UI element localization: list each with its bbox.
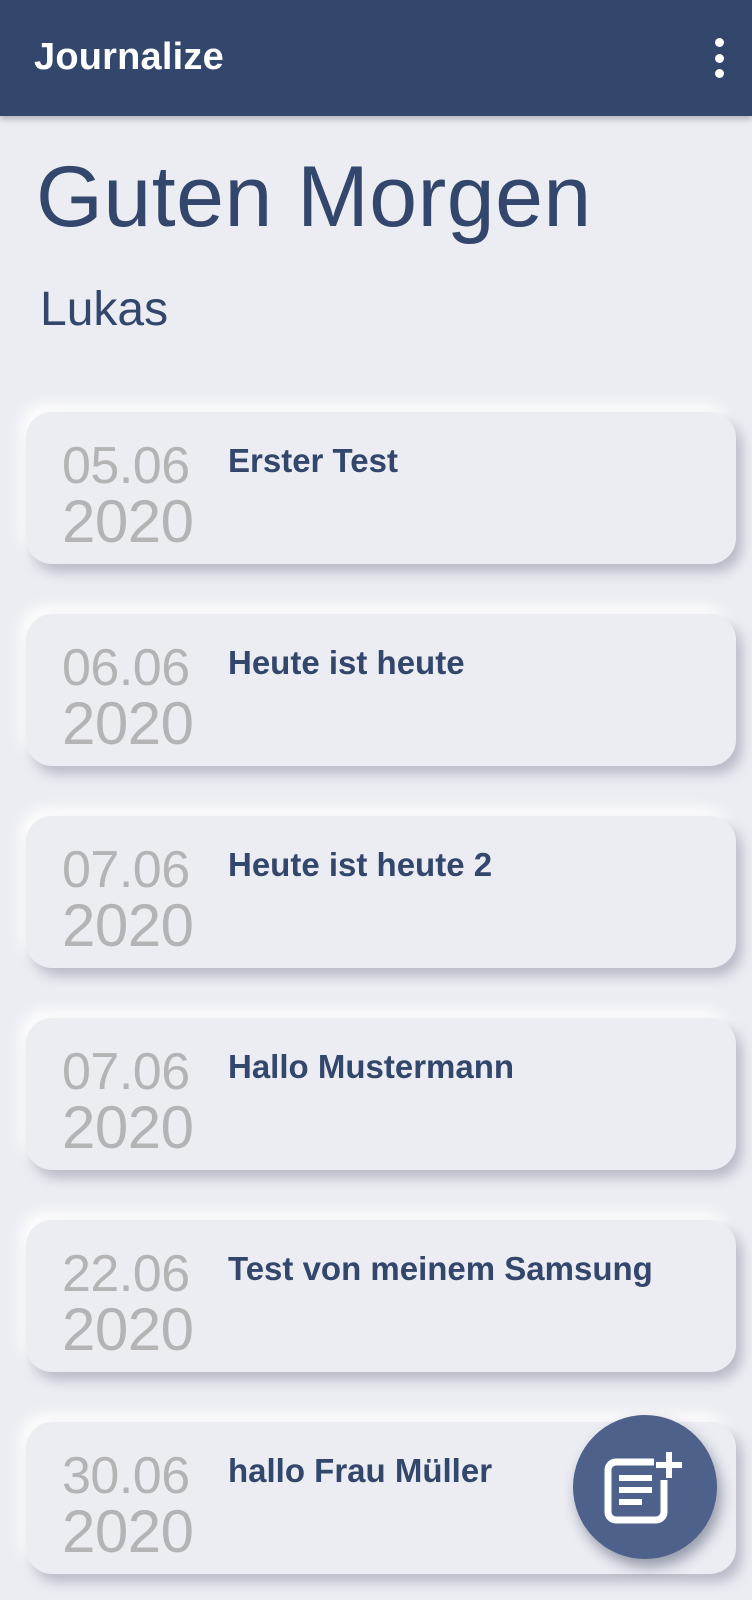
entry-card[interactable]: 06.06 2020 Heute ist heute: [26, 614, 736, 766]
entry-list: 05.06 2020 Erster Test 06.06 2020 Heute …: [0, 0, 752, 1600]
entry-date: 07.06 2020: [62, 1043, 194, 1161]
entry-year: 2020: [62, 892, 194, 959]
entry-day: 05.06: [62, 437, 190, 495]
entry-card[interactable]: 07.06 2020 Heute ist heute 2: [26, 816, 736, 968]
entry-date: 05.06 2020: [62, 437, 194, 555]
entry-date: 07.06 2020: [62, 841, 194, 959]
journal-screen: Journalize Guten Morgen Lukas 05.06 2020…: [0, 0, 752, 1600]
entry-day: 30.06: [62, 1447, 190, 1505]
entry-day: 07.06: [62, 841, 190, 899]
entry-title: Heute ist heute: [228, 644, 465, 681]
entry-title: Heute ist heute 2: [228, 846, 493, 883]
entry-year: 2020: [62, 1094, 194, 1161]
add-entry-button[interactable]: [573, 1415, 717, 1559]
entry-date: 30.06 2020: [62, 1447, 194, 1565]
entry-day: 07.06: [62, 1043, 190, 1101]
entry-year: 2020: [62, 1498, 194, 1565]
entry-date: 22.06 2020: [62, 1245, 194, 1363]
entry-date: 06.06 2020: [62, 639, 194, 757]
more-vert-icon: [714, 38, 724, 47]
entry-day: 22.06: [62, 1245, 190, 1303]
more-options-button[interactable]: [704, 36, 734, 80]
entry-card[interactable]: 22.06 2020 Test von meinem Samsung: [26, 1220, 736, 1372]
entry-card[interactable]: 07.06 2020 Hallo Mustermann: [26, 1018, 736, 1170]
entry-title: Hallo Mustermann: [228, 1048, 515, 1085]
entry-title: Test von meinem Samsung: [228, 1250, 653, 1287]
more-vert-icon-dot: [714, 53, 724, 63]
add-note-icon: [604, 1450, 684, 1524]
entry-title: hallo Frau Müller: [228, 1452, 493, 1489]
entry-year: 2020: [62, 690, 194, 757]
more-vert-icon-dot: [714, 69, 724, 78]
app-title: Journalize: [34, 36, 224, 78]
entry-card[interactable]: 05.06 2020 Erster Test: [26, 412, 736, 564]
entry-day: 06.06: [62, 639, 190, 697]
entry-year: 2020: [62, 488, 194, 555]
entry-title: Erster Test: [228, 442, 398, 479]
entry-year: 2020: [62, 1296, 194, 1363]
app-bar: Journalize: [0, 0, 752, 116]
